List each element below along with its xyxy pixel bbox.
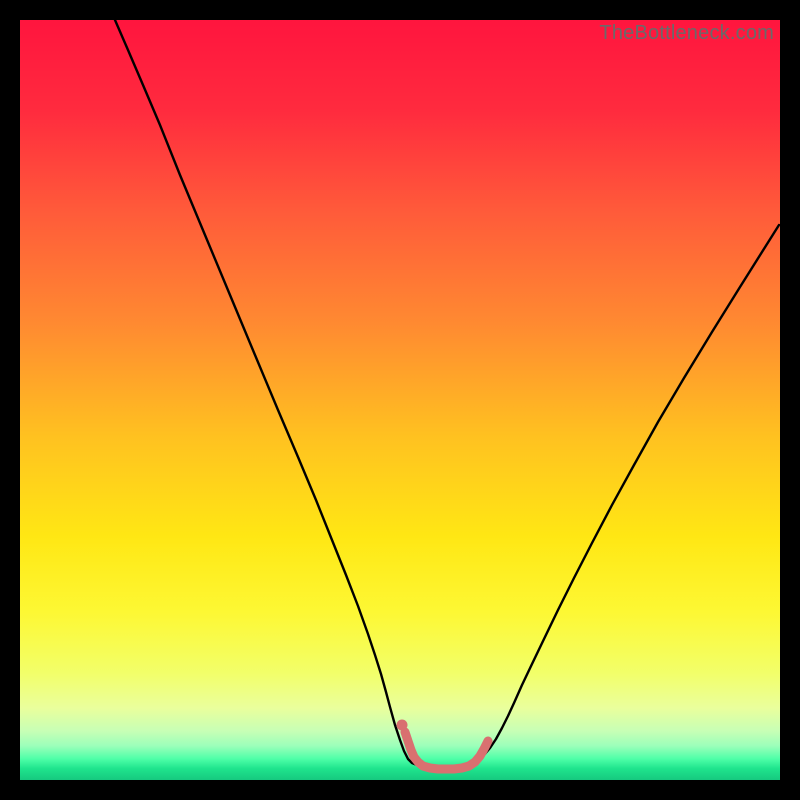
bottleneck-curve — [115, 20, 779, 767]
chart-frame: TheBottleneck.com — [20, 20, 780, 780]
watermark-text: TheBottleneck.com — [599, 22, 774, 45]
bottleneck-curve-layer — [20, 20, 780, 780]
